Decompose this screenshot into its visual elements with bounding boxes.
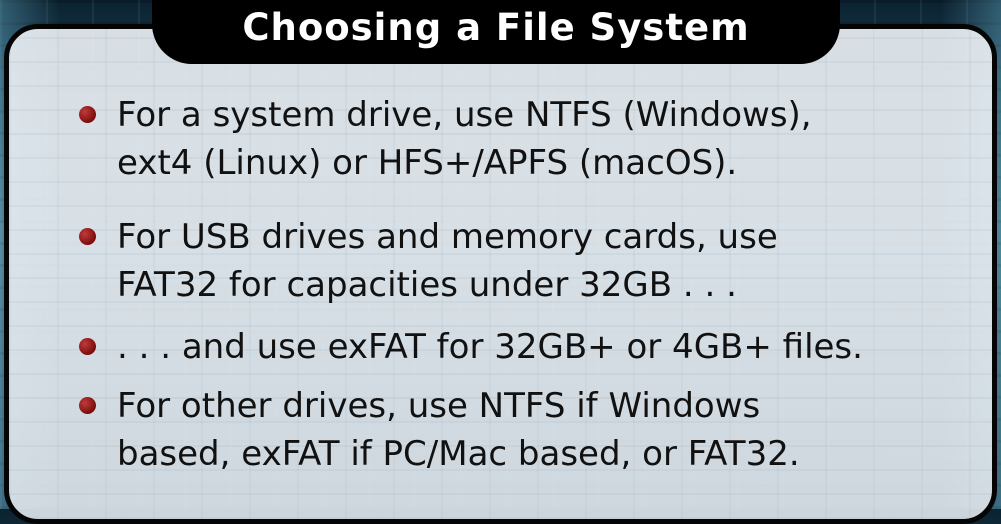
bullet-line: For a system drive, use NTFS (Windows), (117, 95, 812, 135)
bullet-line: For USB drives and memory cards, use (117, 217, 778, 257)
page-title: Choosing a File System (242, 6, 750, 49)
bullet-list: For a system drive, use NTFS (Windows), … (9, 29, 992, 519)
bullet-line: For other drives, use NTFS if Windows (117, 386, 761, 426)
bullet-line: based, exFAT if PC/Mac based, or FAT32. (117, 434, 800, 474)
bullet-dot-icon (79, 228, 96, 245)
bullet-dot-icon (79, 106, 96, 123)
bullet-text: For USB drives and memory cards, use FAT… (117, 213, 977, 309)
title-bar: Choosing a File System (190, 0, 840, 64)
bullet-text: For a system drive, use NTFS (Windows), … (117, 91, 977, 187)
bullet-text: For other drives, use NTFS if Windows ba… (117, 382, 977, 478)
bullet-text: . . . and use exFAT for 32GB+ or 4GB+ fi… (117, 323, 977, 371)
bullet-line: FAT32 for capacities under 32GB . . . (117, 265, 737, 305)
content-panel: For a system drive, use NTFS (Windows), … (4, 24, 997, 524)
bullet-dot-icon (79, 397, 96, 414)
bullet-line: ext4 (Linux) or HFS+/APFS (macOS). (117, 143, 738, 183)
bullet-line: . . . and use exFAT for 32GB+ or 4GB+ fi… (117, 327, 863, 367)
bullet-dot-icon (79, 338, 96, 355)
